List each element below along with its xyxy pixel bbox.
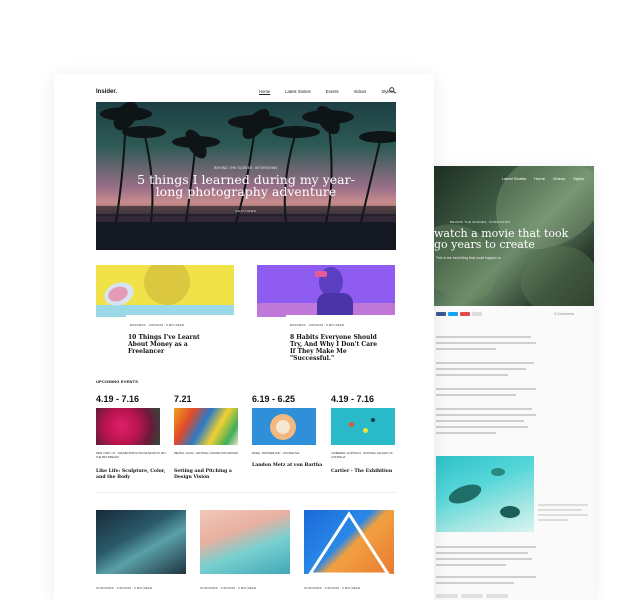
event-location: NEW YORK, US · THE METROPOLITAN MUSEUM O… bbox=[96, 452, 168, 459]
secondary-nav: Latest Stories Home Videos Styles bbox=[502, 176, 584, 181]
nav-latest-stories[interactable]: Latest Stories bbox=[285, 89, 311, 94]
featured-label: FEATURED bbox=[235, 209, 257, 213]
text-line bbox=[436, 420, 524, 422]
secondary-hero-image: Latest Stories Home Videos Styles BEHIND… bbox=[432, 166, 594, 306]
secondary-nav-styles[interactable]: Styles bbox=[573, 176, 584, 181]
event-title[interactable]: Cartier - The Exhibition bbox=[331, 469, 403, 475]
share-more-button[interactable] bbox=[472, 312, 482, 316]
nav-videos[interactable]: Videos bbox=[354, 89, 367, 94]
event-location: CANBERRA, AUSTRALIA · NATIONAL GALLERY O… bbox=[331, 452, 393, 459]
main-nav: Home Latest Stories Events Videos Styles… bbox=[259, 89, 397, 94]
bottom-meta: OUTDOORS · 4/26/2019 · 5 MIN READ bbox=[200, 586, 257, 590]
upcoming-events-heading: UPCOMING EVENTS bbox=[96, 379, 139, 384]
featured-hero[interactable]: BEHIND THE SCENES, INTERVIEWS 5 things I… bbox=[96, 102, 396, 250]
site-logo[interactable]: Insider. bbox=[96, 89, 117, 95]
nav-events[interactable]: Events bbox=[326, 89, 339, 94]
secondary-subtitle: This is the best thing that could happen… bbox=[436, 256, 501, 260]
tag[interactable] bbox=[436, 594, 458, 598]
bottom-meta: OUTDOORS · 4/26/2019 · 5 MIN READ bbox=[96, 586, 153, 590]
secondary-nav-home[interactable]: Home bbox=[534, 176, 545, 181]
share-buttons bbox=[436, 312, 482, 316]
text-line bbox=[436, 552, 528, 554]
event-date: 4.19 - 7.16 bbox=[331, 394, 375, 404]
bottom-image-night-sky[interactable] bbox=[96, 510, 186, 574]
card-title-money[interactable]: 10 Things I've Learnt About Money as a F… bbox=[128, 334, 212, 355]
card-title-habits[interactable]: 8 Habits Everyone Should Try, And Why I … bbox=[290, 334, 382, 362]
secondary-nav-videos[interactable]: Videos bbox=[553, 176, 565, 181]
event-date: 6.19 - 6.25 bbox=[252, 394, 296, 404]
text-line bbox=[436, 564, 506, 566]
card-image-habits[interactable] bbox=[257, 265, 395, 317]
text-line bbox=[436, 368, 526, 370]
event-title[interactable]: Landon Metz at von Bartha bbox=[252, 463, 324, 469]
text-line bbox=[436, 546, 536, 548]
image-caption bbox=[538, 504, 588, 521]
event-image-like-life[interactable] bbox=[96, 408, 160, 445]
text-line bbox=[436, 336, 531, 338]
share-twitter-button[interactable] bbox=[448, 312, 458, 316]
search-icon[interactable] bbox=[389, 87, 396, 94]
text-line bbox=[436, 432, 496, 434]
bottom-image-triangle[interactable] bbox=[304, 510, 394, 574]
tag[interactable] bbox=[461, 594, 483, 598]
hero-kicker: BEHIND THE SCENES, INTERVIEWS bbox=[214, 166, 278, 170]
text-line bbox=[436, 414, 536, 416]
text-line bbox=[436, 394, 516, 396]
event-image-cartier[interactable] bbox=[331, 408, 395, 445]
card-meta: BUSINESS · 4/26/2019 · 5 MIN READ bbox=[290, 323, 345, 327]
text-line bbox=[436, 362, 534, 364]
nav-home[interactable]: Home bbox=[259, 89, 270, 94]
comments-count[interactable]: 5 Comments bbox=[554, 312, 574, 316]
hero-title[interactable]: 5 things I learned during my year-long p… bbox=[136, 173, 356, 198]
aerial-island-image bbox=[436, 456, 534, 532]
text-line bbox=[436, 582, 514, 584]
text-line bbox=[436, 342, 536, 344]
text-line bbox=[436, 576, 536, 578]
event-image-design-vision[interactable] bbox=[174, 408, 238, 445]
card-image-money[interactable] bbox=[96, 265, 234, 317]
section-divider bbox=[96, 492, 396, 493]
tag-list bbox=[436, 594, 508, 598]
homepage: Insider. Home Latest Stories Events Vide… bbox=[54, 74, 434, 600]
triangle-shape bbox=[308, 511, 390, 574]
text-line bbox=[436, 426, 528, 428]
text-line bbox=[436, 388, 536, 390]
text-line bbox=[436, 408, 532, 410]
secondary-nav-latest[interactable]: Latest Stories bbox=[502, 176, 526, 181]
secondary-title: watch a movie that took go years to crea… bbox=[434, 227, 569, 251]
text-line bbox=[436, 348, 496, 350]
bottom-meta: OUTDOORS · 4/26/2019 · 5 MIN READ bbox=[304, 586, 361, 590]
event-date: 4.19 - 7.16 bbox=[96, 394, 140, 404]
event-location: BASEL, SWITZERLAND · VON BARTHA bbox=[252, 452, 300, 455]
text-line bbox=[436, 558, 532, 560]
event-date: 7.21 bbox=[174, 394, 192, 404]
event-image-landon-metz[interactable] bbox=[252, 408, 316, 445]
event-location: BEIJING, CHINA · NATIONAL CONVENTION CEN… bbox=[174, 452, 238, 455]
tag[interactable] bbox=[486, 594, 508, 598]
card-meta: BUSINESS · 4/26/2019 · 5 MIN READ bbox=[130, 323, 185, 327]
event-title[interactable]: Setting and Pitching a Design Vision bbox=[174, 469, 246, 481]
bottom-image-beach[interactable] bbox=[200, 510, 290, 574]
event-title[interactable]: Like Life: Sculpture, Color, and the Bod… bbox=[96, 469, 168, 481]
secondary-article-page: Latest Stories Home Videos Styles BEHIND… bbox=[432, 166, 594, 600]
text-line bbox=[436, 374, 508, 376]
share-pinterest-button[interactable] bbox=[460, 312, 470, 316]
share-facebook-button[interactable] bbox=[436, 312, 446, 316]
secondary-kicker: BEHIND THE SCENES, INTERVIEWS bbox=[450, 220, 511, 224]
